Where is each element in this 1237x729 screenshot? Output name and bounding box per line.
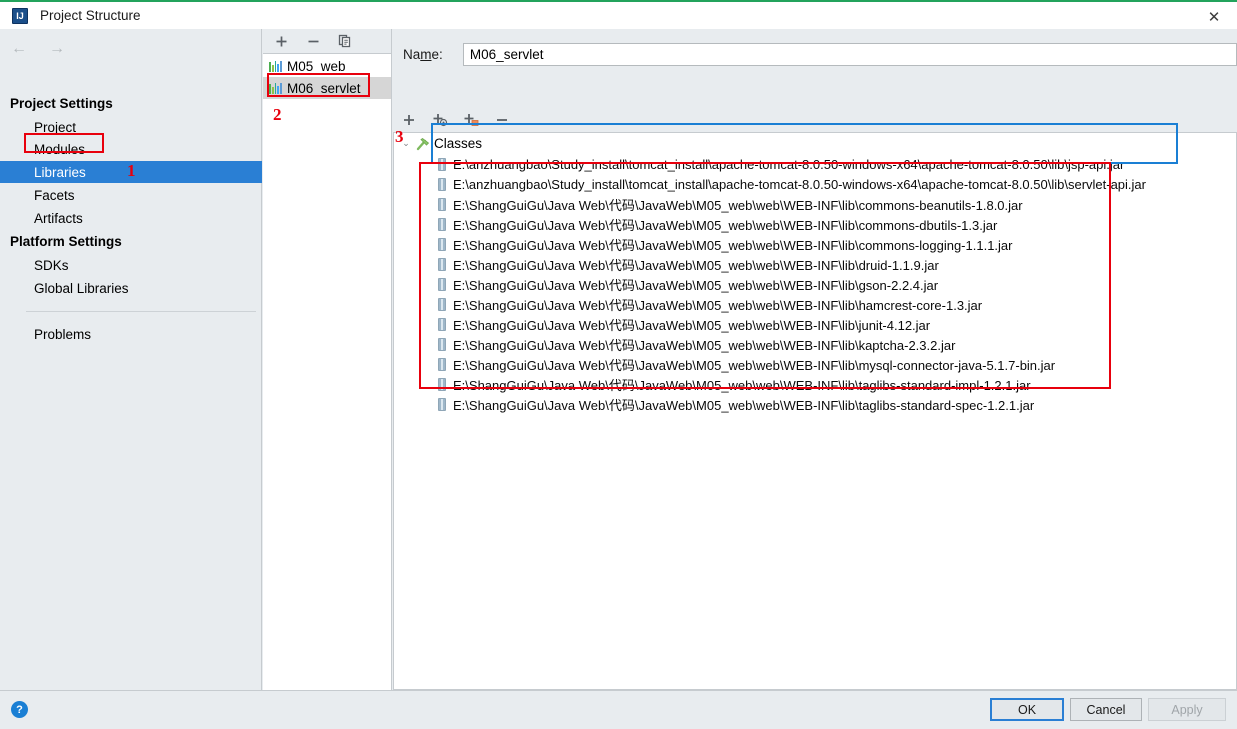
library-roots-panel-right <box>1180 132 1237 690</box>
jar-path-label: E:\ShangGuiGu\Java Web\代码\JavaWeb\M05_we… <box>453 277 939 293</box>
jar-path-label: E:\ShangGuiGu\Java Web\代码\JavaWeb\M05_we… <box>453 337 956 353</box>
modules-column: M05_web M06_servlet <box>263 29 392 690</box>
jar-file-icon <box>438 337 446 351</box>
jar-file-icon <box>438 377 446 391</box>
library-root-row[interactable]: E:\ShangGuiGu\Java Web\代码\JavaWeb\M05_we… <box>394 214 1181 234</box>
intellij-idea-icon <box>12 7 28 24</box>
library-roots-panel: ⌄ Classes E:\anzhuangbao\Study_install\t… <box>393 132 1181 690</box>
add-module-button[interactable] <box>272 32 290 50</box>
sidebar-nav-arrows: ← → <box>8 39 68 59</box>
name-row: Name: M06_servlet <box>393 39 1237 69</box>
sidebar-item-problems[interactable]: Problems <box>0 323 262 345</box>
forward-icon[interactable]: → <box>46 39 68 59</box>
jar-file-icon <box>438 177 446 191</box>
window-title: Project Structure <box>40 8 141 23</box>
module-icon <box>269 60 282 72</box>
jar-file-icon <box>438 217 446 231</box>
jar-path-label: E:\ShangGuiGu\Java Web\代码\JavaWeb\M05_we… <box>453 257 939 273</box>
modules-toolbar <box>263 29 391 54</box>
chevron-down-icon[interactable]: ⌄ <box>399 137 413 151</box>
settings-sidebar: ← → Project Settings Project Modules Lib… <box>0 29 262 690</box>
sidebar-item-sdks[interactable]: SDKs <box>0 254 262 276</box>
library-roots-list: E:\anzhuangbao\Study_install\tomcat_inst… <box>394 154 1181 414</box>
jar-file-icon <box>438 157 446 171</box>
help-icon[interactable]: ? <box>11 701 28 718</box>
add-maven-library-button[interactable] <box>430 110 450 130</box>
library-root-row-highlighted[interactable]: E:\anzhuangbao\Study_install\tomcat_inst… <box>394 174 1181 194</box>
jar-path-label: E:\ShangGuiGu\Java Web\代码\JavaWeb\M05_we… <box>453 317 931 333</box>
jar-path-label: E:\ShangGuiGu\Java Web\代码\JavaWeb\M05_we… <box>453 377 1031 393</box>
classes-tree-node[interactable]: ⌄ Classes <box>394 133 1181 154</box>
cancel-button[interactable]: Cancel <box>1070 698 1142 721</box>
library-root-row[interactable]: E:\ShangGuiGu\Java Web\代码\JavaWeb\M05_we… <box>394 194 1181 214</box>
name-label: Name: <box>403 46 443 62</box>
list-item[interactable]: M05_web <box>263 55 391 77</box>
jar-file-icon <box>438 317 446 331</box>
library-detail-panel: Name: M06_servlet ⌄ Classes E:\anzhuangb… <box>393 29 1237 690</box>
classes-label: Classes <box>434 136 483 151</box>
dialog-body: ← → Project Settings Project Modules Lib… <box>0 29 1237 690</box>
jar-path-label: E:\ShangGuiGu\Java Web\代码\JavaWeb\M05_we… <box>453 357 1056 373</box>
window-titlebar: Project Structure ✕ <box>0 0 1237 29</box>
library-root-row[interactable]: E:\ShangGuiGu\Java Web\代码\JavaWeb\M05_we… <box>394 394 1181 414</box>
apply-button: Apply <box>1148 698 1226 721</box>
roots-toolbar <box>393 107 1237 132</box>
remove-module-button[interactable] <box>304 32 322 50</box>
jar-file-icon <box>438 237 446 251</box>
library-root-row[interactable]: E:\ShangGuiGu\Java Web\代码\JavaWeb\M05_we… <box>394 314 1181 334</box>
jar-path-label: E:\ShangGuiGu\Java Web\代码\JavaWeb\M05_we… <box>453 237 1013 253</box>
jar-path-label: E:\ShangGuiGu\Java Web\代码\JavaWeb\M05_we… <box>453 297 983 313</box>
sidebar-section-platform-settings: Platform Settings <box>10 234 122 249</box>
list-item[interactable]: M06_servlet <box>263 77 391 99</box>
jar-path-label: E:\ShangGuiGu\Java Web\代码\JavaWeb\M05_we… <box>453 217 998 233</box>
add-root-button[interactable] <box>399 110 419 130</box>
sidebar-item-artifacts[interactable]: Artifacts <box>0 207 262 229</box>
sidebar-item-global-libraries[interactable]: Global Libraries <box>0 277 262 299</box>
name-input[interactable]: M06_servlet <box>462 42 1237 66</box>
sidebar-item-libraries[interactable]: Libraries <box>0 161 262 183</box>
remove-root-button[interactable] <box>492 110 512 130</box>
module-label: M05_web <box>287 58 346 74</box>
jar-path-label: E:\ShangGuiGu\Java Web\代码\JavaWeb\M05_we… <box>453 397 1035 413</box>
add-directory-button[interactable] <box>461 110 481 130</box>
classes-hammer-icon <box>415 137 431 151</box>
back-icon[interactable]: ← <box>8 39 30 59</box>
library-root-row[interactable]: E:\ShangGuiGu\Java Web\代码\JavaWeb\M05_we… <box>394 334 1181 354</box>
library-root-row-highlighted[interactable]: E:\anzhuangbao\Study_install\tomcat_inst… <box>394 154 1181 174</box>
copy-module-icon[interactable] <box>336 32 354 50</box>
jar-file-icon <box>438 257 446 271</box>
modules-list: M05_web M06_servlet <box>263 55 391 689</box>
library-root-row[interactable]: E:\ShangGuiGu\Java Web\代码\JavaWeb\M05_we… <box>394 374 1181 394</box>
jar-file-icon <box>438 277 446 291</box>
ok-button[interactable]: OK <box>990 698 1064 721</box>
library-root-row[interactable]: E:\ShangGuiGu\Java Web\代码\JavaWeb\M05_we… <box>394 294 1181 314</box>
close-icon[interactable]: ✕ <box>1191 3 1237 31</box>
jar-file-icon <box>438 397 446 411</box>
sidebar-item-modules[interactable]: Modules <box>0 138 262 160</box>
jar-path-label: E:\anzhuangbao\Study_install\tomcat_inst… <box>453 156 1125 172</box>
library-root-row[interactable]: E:\ShangGuiGu\Java Web\代码\JavaWeb\M05_we… <box>394 354 1181 374</box>
sidebar-item-project[interactable]: Project <box>0 116 262 138</box>
sidebar-section-project-settings: Project Settings <box>10 96 113 111</box>
jar-file-icon <box>438 357 446 371</box>
jar-path-label: E:\ShangGuiGu\Java Web\代码\JavaWeb\M05_we… <box>453 197 1023 213</box>
jar-file-icon <box>438 297 446 311</box>
module-icon <box>269 82 282 94</box>
jar-path-label: E:\anzhuangbao\Study_install\tomcat_inst… <box>453 176 1146 192</box>
module-label: M06_servlet <box>287 80 361 96</box>
library-root-row[interactable]: E:\ShangGuiGu\Java Web\代码\JavaWeb\M05_we… <box>394 254 1181 274</box>
project-structure-dialog: Project Structure ✕ ← → Project Settings… <box>0 0 1237 729</box>
jar-file-icon <box>438 197 446 211</box>
library-root-row[interactable]: E:\ShangGuiGu\Java Web\代码\JavaWeb\M05_we… <box>394 274 1181 294</box>
sidebar-divider <box>26 311 256 312</box>
library-root-row[interactable]: E:\ShangGuiGu\Java Web\代码\JavaWeb\M05_we… <box>394 234 1181 254</box>
sidebar-item-facets[interactable]: Facets <box>0 184 262 206</box>
